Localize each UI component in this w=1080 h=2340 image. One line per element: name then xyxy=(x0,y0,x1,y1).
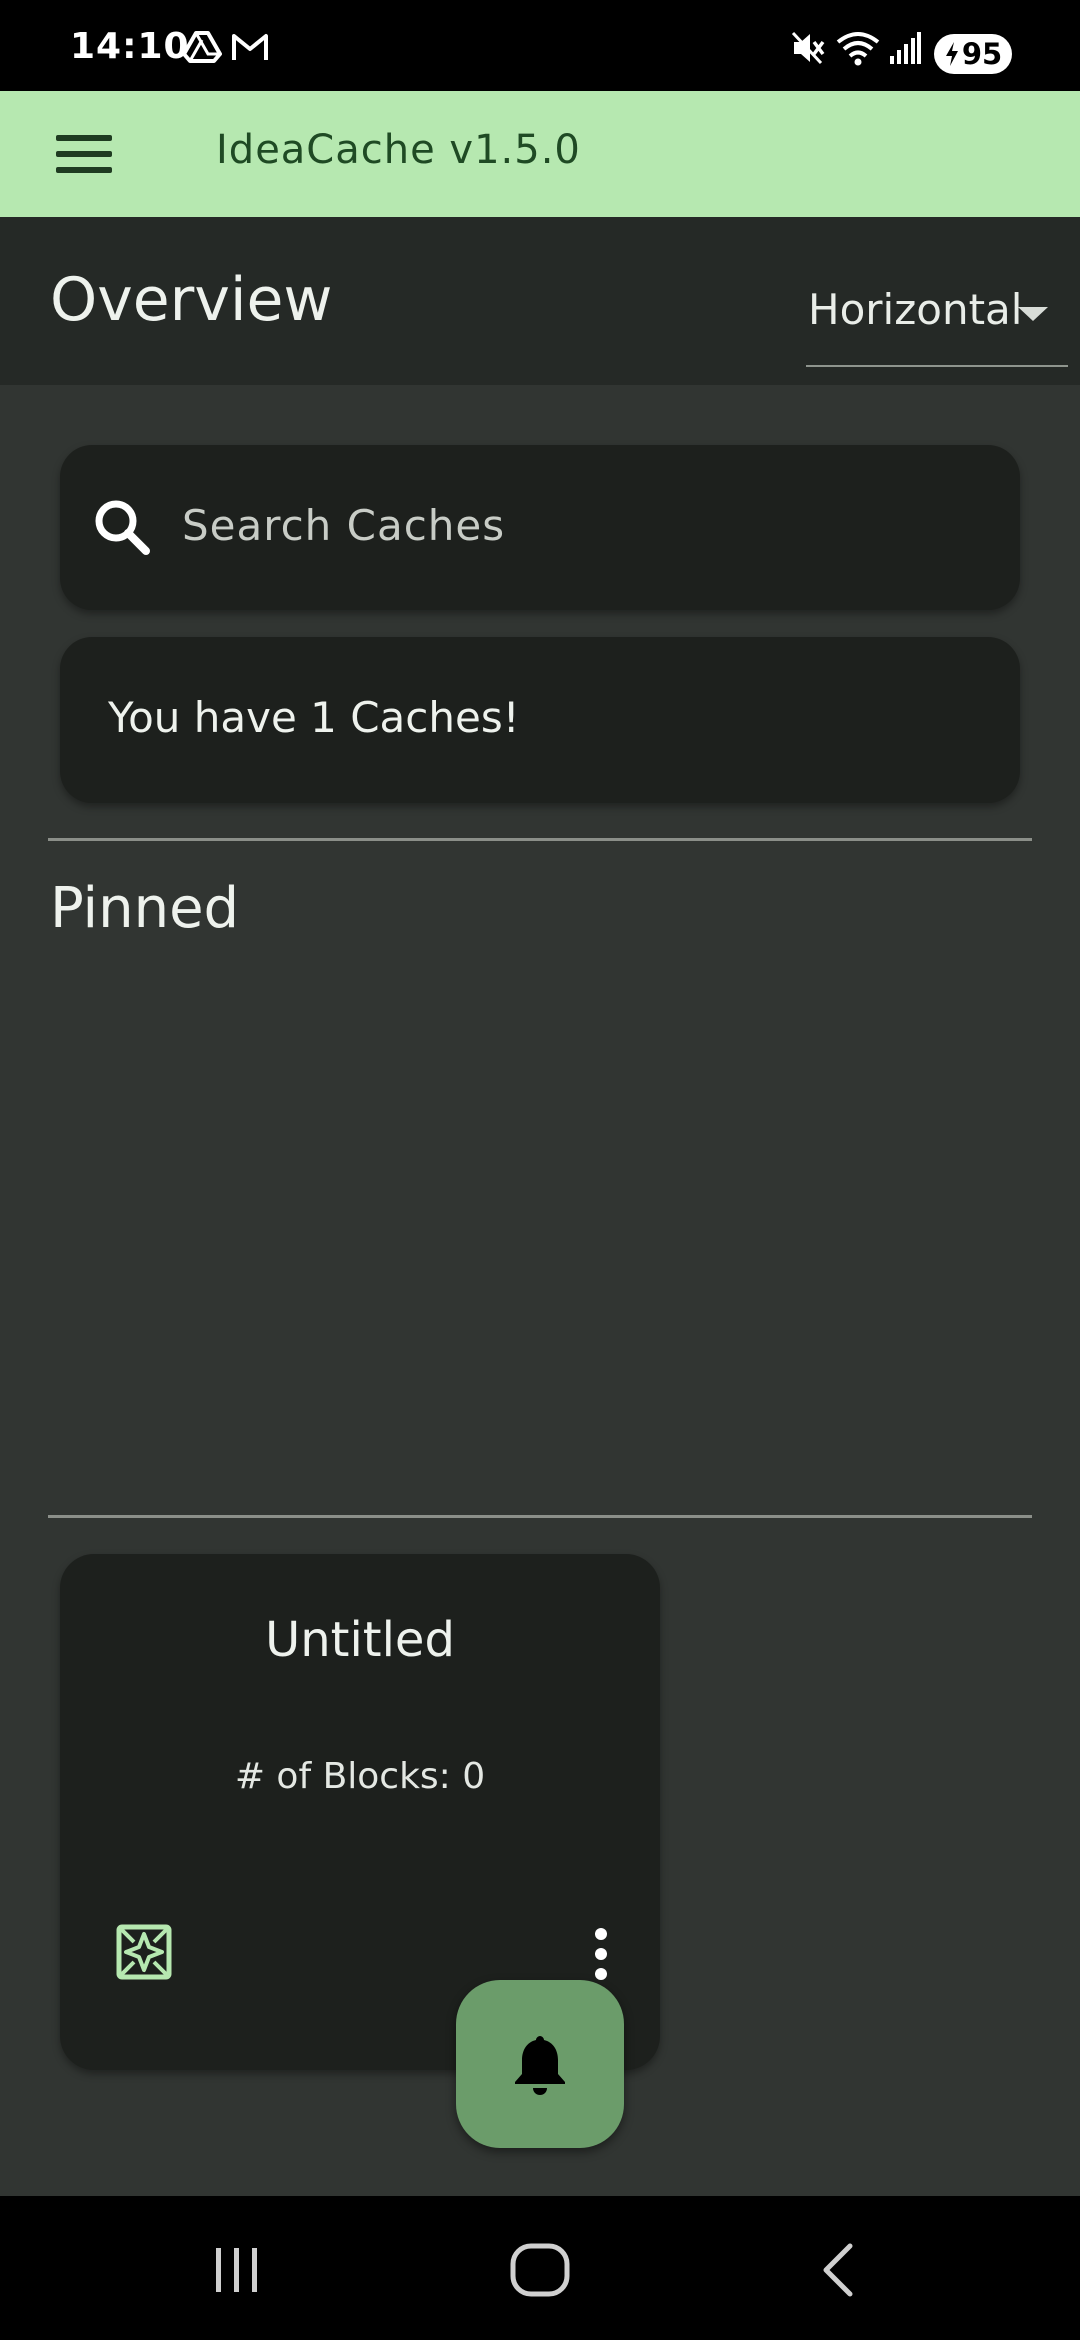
menu-icon-line xyxy=(56,151,112,157)
menu-icon-line xyxy=(56,167,112,173)
app-title: IdeaCache v1.5.0 xyxy=(216,127,581,173)
search-input[interactable]: Search Caches xyxy=(60,445,1020,610)
drive-icon xyxy=(182,31,222,63)
battery-charging-icon xyxy=(945,42,958,66)
more-dot xyxy=(595,1948,607,1960)
cache-block-count: # of Blocks: 0 xyxy=(234,1756,486,1797)
cache-type-icon[interactable] xyxy=(116,1924,172,1980)
home-icon[interactable] xyxy=(508,2240,572,2300)
cache-count-text: You have 1 Caches! xyxy=(108,693,520,742)
more-dot xyxy=(595,1928,607,1940)
layout-dropdown[interactable]: Horizontal xyxy=(806,267,1068,367)
wifi-icon xyxy=(836,32,880,66)
gmail-icon xyxy=(232,34,268,60)
top-app-bar: IdeaCache v1.5.0 xyxy=(0,91,1080,217)
system-nav-bar xyxy=(0,2196,1080,2340)
cache-count-card: You have 1 Caches! xyxy=(60,637,1020,803)
pinned-section-title: Pinned xyxy=(50,876,240,941)
status-time: 14:10 xyxy=(70,26,190,67)
layout-dropdown-value: Horizontal xyxy=(808,285,1023,334)
back-icon[interactable] xyxy=(814,2240,864,2300)
mute-icon xyxy=(791,31,825,65)
status-bar: 14:10 95 xyxy=(0,0,1080,91)
dropdown-caret-icon xyxy=(1018,307,1048,321)
divider xyxy=(48,838,1032,841)
more-dot xyxy=(595,1968,607,1980)
bell-icon xyxy=(515,2036,565,2095)
overview-header: Overview Horizontal xyxy=(0,217,1080,385)
menu-icon-line xyxy=(56,135,112,141)
notifications-fab[interactable] xyxy=(456,1980,624,2148)
divider xyxy=(48,1515,1032,1518)
signal-icon xyxy=(890,32,921,64)
battery-level: 95 xyxy=(961,37,1003,71)
menu-button[interactable] xyxy=(46,123,122,185)
search-icon xyxy=(95,500,150,555)
more-options-icon[interactable] xyxy=(576,1924,624,1984)
page-title: Overview xyxy=(50,265,333,335)
search-placeholder: Search Caches xyxy=(182,501,506,550)
recents-icon[interactable] xyxy=(206,2240,266,2300)
cache-title: Untitled xyxy=(265,1612,455,1668)
battery-indicator: 95 xyxy=(934,34,1012,74)
